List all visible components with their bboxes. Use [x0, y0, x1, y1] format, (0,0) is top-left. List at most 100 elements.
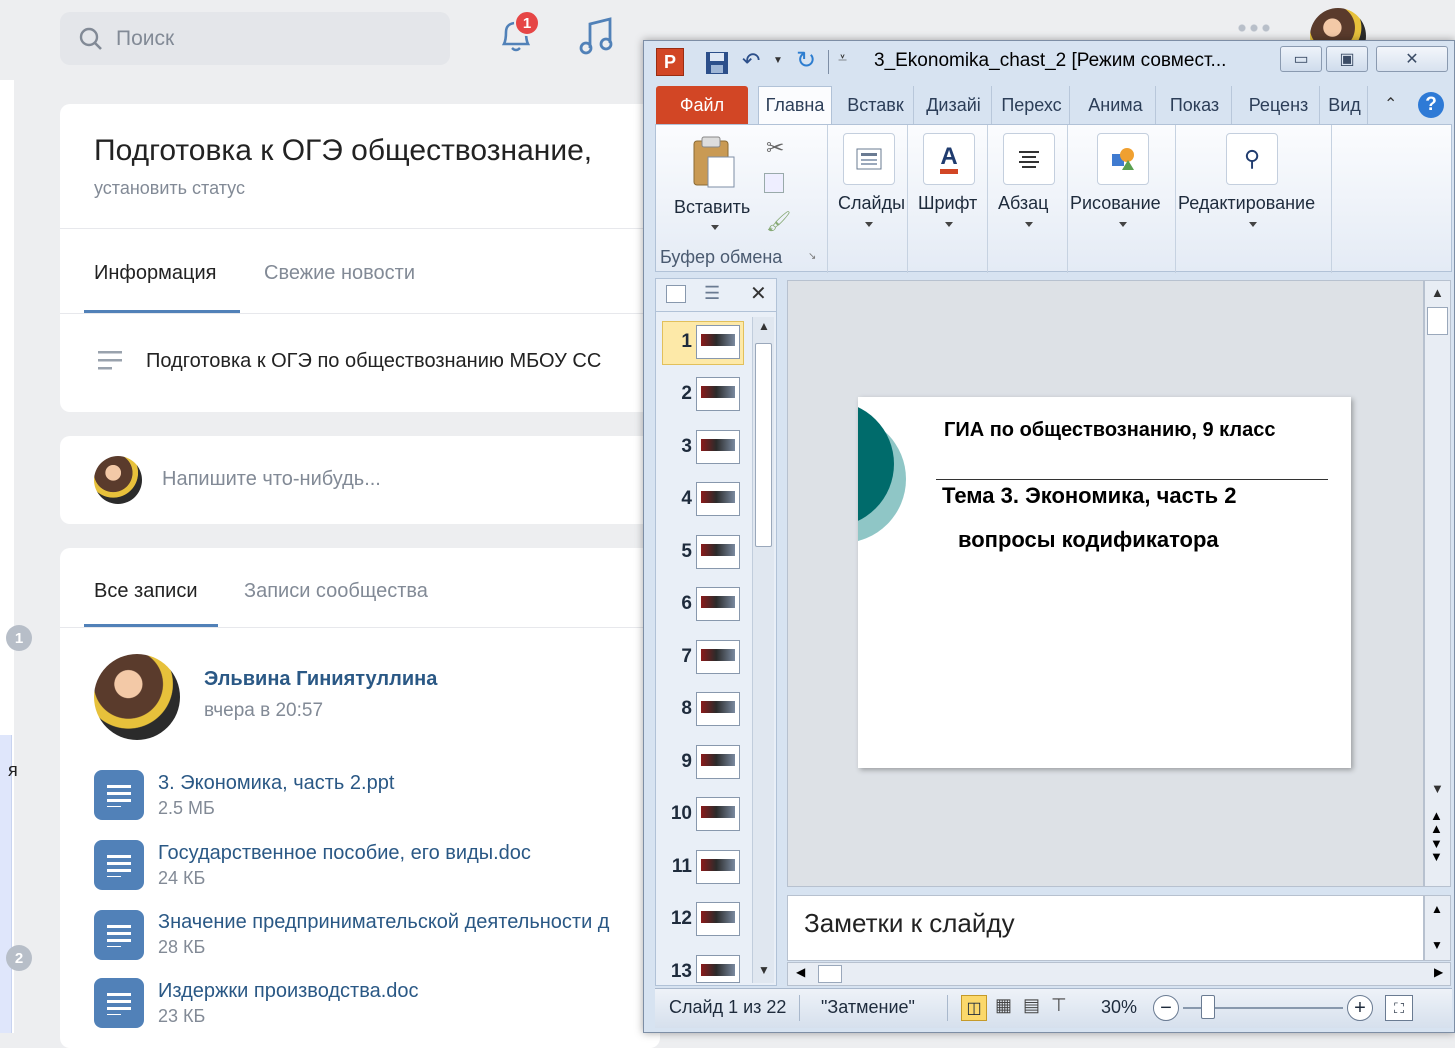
document-icon[interactable]	[94, 840, 144, 890]
slide-thumbnail[interactable]	[696, 902, 740, 936]
fit-to-window-icon[interactable]: ⛶	[1385, 995, 1413, 1021]
format-painter-icon[interactable]: 🖌	[766, 209, 791, 234]
notes-pane[interactable]: Заметки к слайду	[787, 895, 1424, 961]
editing-label[interactable]: Редактирование	[1178, 193, 1315, 214]
tab-all-posts[interactable]: Все записи	[94, 580, 198, 603]
paste-icon[interactable]	[690, 135, 736, 189]
close-button[interactable]: ✕	[1376, 46, 1448, 72]
thumbnails-scrollbar[interactable]: ▲ ▼	[752, 317, 774, 983]
reading-view-icon[interactable]: ▤	[1023, 995, 1040, 1016]
minimize-button[interactable]: ▭	[1280, 46, 1322, 72]
powerpoint-app-icon[interactable]: P	[656, 48, 684, 76]
close-pane-icon[interactable]: ✕	[750, 281, 767, 306]
slide-thumbnail[interactable]	[696, 535, 740, 569]
copy-icon[interactable]	[764, 173, 784, 193]
music-icon[interactable]	[578, 14, 618, 58]
horizontal-scrollbar[interactable]: ◀ ▶	[787, 962, 1451, 986]
tab-design[interactable]: Дизайі	[916, 86, 992, 124]
search-input[interactable]: Поиск	[60, 12, 450, 65]
zoom-in-icon[interactable]: +	[1347, 995, 1373, 1021]
shapes-icon[interactable]	[1097, 133, 1149, 185]
restore-button[interactable]: ▣	[1326, 46, 1368, 72]
tab-insert[interactable]: Вставк	[838, 86, 914, 124]
slide-thumbnail[interactable]	[696, 797, 740, 831]
document-icon[interactable]	[94, 978, 144, 1028]
find-icon[interactable]: ⚲	[1226, 133, 1278, 185]
post-author-avatar[interactable]	[94, 654, 180, 740]
slide-sorter-icon[interactable]: ▦	[995, 995, 1012, 1016]
zoom-level[interactable]: 30%	[1101, 997, 1137, 1018]
scroll-right-icon[interactable]: ▶	[1434, 965, 1443, 979]
notes-scrollbar[interactable]: ▲ ▼	[1424, 895, 1451, 961]
set-status-link[interactable]: установить статус	[94, 178, 245, 199]
font-label[interactable]: Шрифт	[918, 193, 977, 214]
current-slide[interactable]: ГИА по обществознанию, 9 класс Тема 3. Э…	[858, 397, 1351, 768]
next-slide-icon[interactable]: ▼ ▼	[1430, 837, 1443, 863]
tab-community-posts[interactable]: Записи сообщества	[244, 580, 428, 603]
scroll-up-icon[interactable]: ▲	[1431, 902, 1443, 916]
slides-icon[interactable]	[843, 133, 895, 185]
zoom-slider-thumb[interactable]	[1201, 995, 1215, 1019]
document-icon[interactable]	[94, 770, 144, 820]
font-dropdown-icon[interactable]	[945, 222, 953, 227]
help-icon[interactable]: ?	[1418, 92, 1444, 118]
undo-dropdown-icon[interactable]: ▼	[773, 55, 783, 66]
slide-thumbnail[interactable]	[696, 482, 740, 516]
slides-label[interactable]: Слайды	[838, 193, 905, 214]
tab-slideshow[interactable]: Показ	[1158, 86, 1232, 124]
slide-thumbnail[interactable]	[696, 377, 740, 411]
scroll-thumb[interactable]	[755, 343, 772, 547]
save-icon[interactable]	[704, 50, 730, 76]
notifications-button[interactable]: 1	[498, 10, 540, 56]
outline-view-tab[interactable]: ☰	[704, 283, 720, 304]
align-icon[interactable]	[1003, 133, 1055, 185]
slide-thumbnail[interactable]	[696, 955, 740, 983]
normal-view-icon[interactable]: ◫	[961, 995, 987, 1021]
slide-thumbnail[interactable]	[696, 587, 740, 621]
document-icon[interactable]	[94, 910, 144, 960]
slide-thumbnail[interactable]	[696, 640, 740, 674]
drawing-label[interactable]: Рисование	[1070, 193, 1161, 214]
dialog-launcher-icon[interactable]: ↘	[808, 251, 816, 262]
slide-thumbnail[interactable]	[696, 692, 740, 726]
slides-dropdown-icon[interactable]	[865, 222, 873, 227]
scroll-up-icon[interactable]: ▲	[1431, 285, 1444, 300]
apps-icon[interactable]	[1236, 22, 1272, 34]
tab-transitions[interactable]: Перехс	[994, 86, 1070, 124]
drawing-dropdown-icon[interactable]	[1119, 222, 1127, 227]
redo-icon[interactable]: ↻	[796, 46, 816, 75]
scroll-thumb[interactable]	[818, 965, 842, 983]
zoom-out-icon[interactable]: −	[1153, 995, 1179, 1021]
paragraph-dropdown-icon[interactable]	[1025, 222, 1033, 227]
post-time[interactable]: вчера в 20:57	[204, 700, 323, 722]
scroll-down-icon[interactable]: ▼	[1431, 781, 1444, 796]
tab-news[interactable]: Свежие новости	[264, 262, 415, 285]
slide-title[interactable]: Тема 3. Экономика, часть 2	[942, 483, 1237, 509]
scroll-up-icon[interactable]: ▲	[758, 319, 770, 333]
post-author-name[interactable]: Эльвина Гиниятуллина	[204, 668, 437, 691]
paste-label[interactable]: Вставить	[674, 197, 750, 218]
paste-dropdown-icon[interactable]	[711, 225, 719, 230]
slide-scrollbar[interactable]: ▲ ▼ ▲ ▲ ▼ ▼	[1424, 280, 1451, 887]
slide-subtitle[interactable]: ГИА по обществознанию, 9 класс	[944, 419, 1276, 442]
scroll-left-icon[interactable]: ◀	[796, 965, 805, 979]
slide-thumbnail[interactable]	[696, 325, 740, 359]
document-link[interactable]: Значение предпринимательской деятельност…	[158, 911, 609, 934]
document-link[interactable]: 3. Экономика, часть 2.ppt	[158, 772, 394, 795]
slide-thumbnail[interactable]	[696, 850, 740, 884]
slide-thumbnail[interactable]	[696, 745, 740, 779]
tab-animations[interactable]: Анима	[1076, 86, 1156, 124]
tab-review[interactable]: Реценз	[1238, 86, 1320, 124]
slide-body[interactable]: вопросы кодификатора	[958, 527, 1219, 553]
slides-view-tab[interactable]	[666, 285, 686, 303]
previous-slide-icon[interactable]: ▲ ▲	[1430, 809, 1443, 835]
cut-icon[interactable]: ✂	[766, 135, 784, 161]
tab-file[interactable]: Файл	[656, 86, 748, 124]
collapse-ribbon-icon[interactable]: ⌃	[1384, 94, 1397, 114]
scroll-down-icon[interactable]: ▼	[1431, 938, 1443, 952]
scroll-down-icon[interactable]: ▼	[758, 963, 770, 977]
slide-thumbnail[interactable]	[696, 430, 740, 464]
font-color-icon[interactable]: A	[923, 133, 975, 185]
document-link[interactable]: Государственное пособие, его виды.doc	[158, 842, 531, 865]
scroll-thumb[interactable]	[1427, 307, 1448, 335]
